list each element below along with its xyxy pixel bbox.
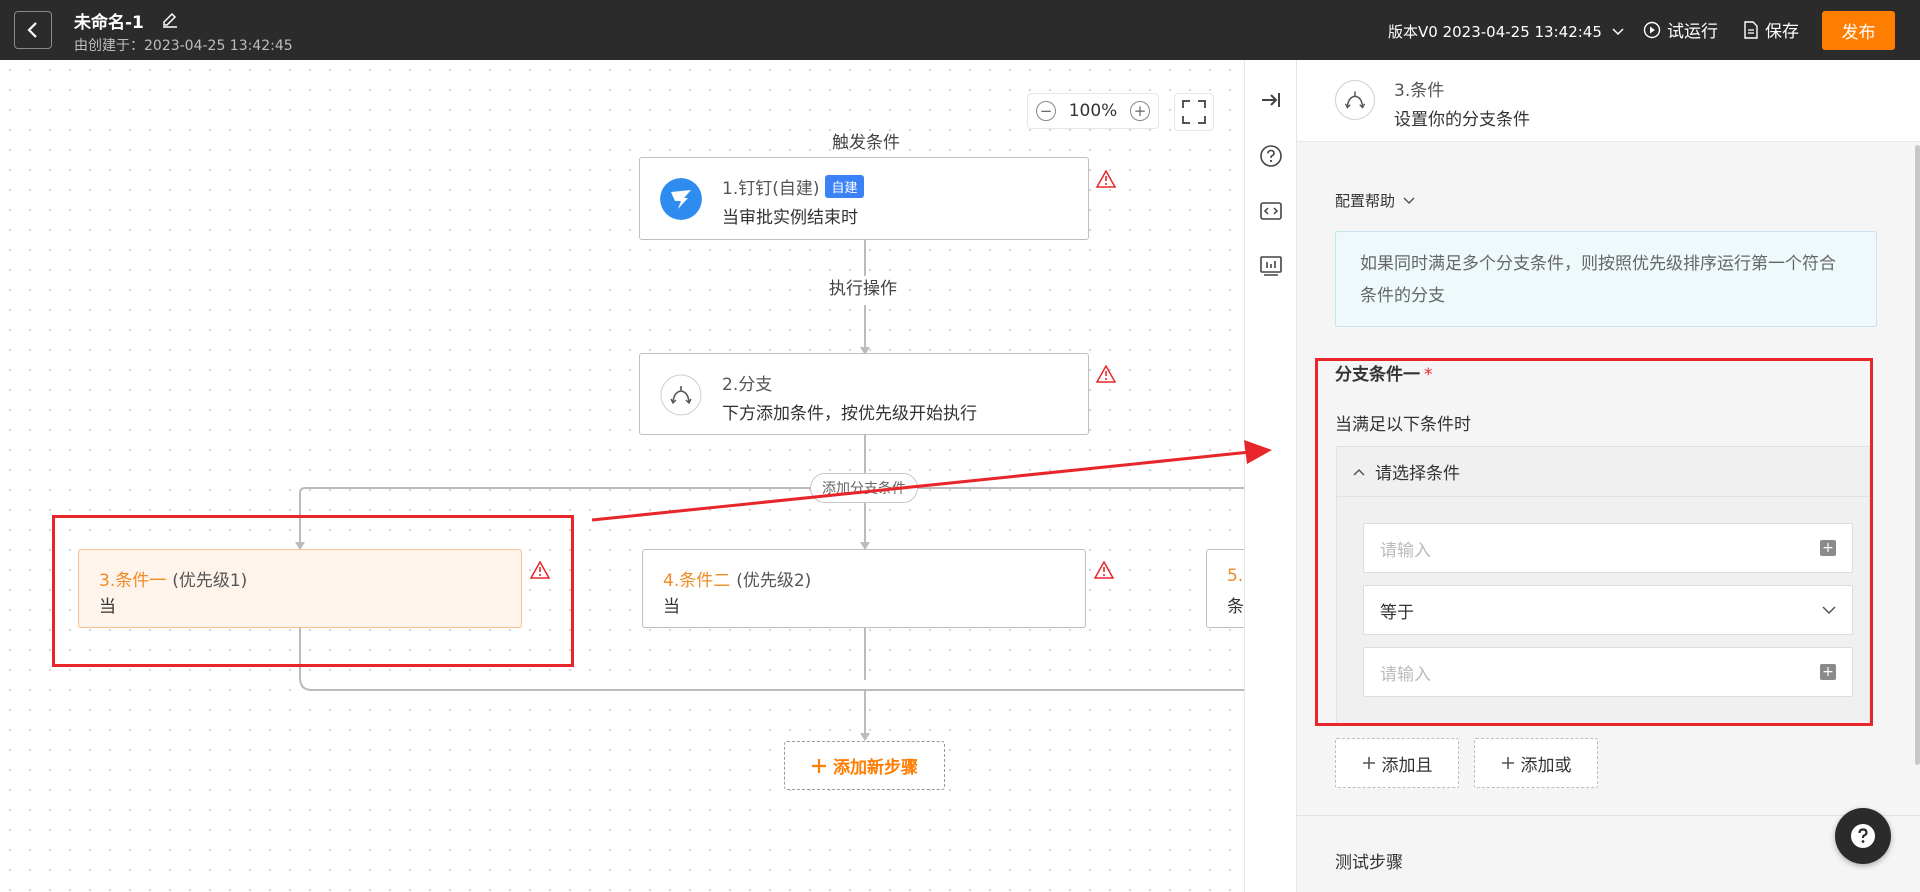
branch-icon bbox=[660, 374, 702, 416]
help-float-button[interactable] bbox=[1835, 808, 1891, 864]
divider bbox=[1297, 815, 1920, 816]
condition-node-3[interactable]: 5. 条 bbox=[1206, 549, 1244, 628]
condition-3-num: 5. bbox=[1227, 566, 1244, 586]
branch-node-desc: 下方添加条件，按优先级开始执行 bbox=[722, 404, 977, 424]
panel-subtitle: 设置你的分支条件 bbox=[1394, 110, 1530, 130]
help-icon[interactable] bbox=[1259, 144, 1283, 168]
side-toolbar bbox=[1244, 60, 1296, 892]
edit-icon[interactable] bbox=[160, 10, 180, 30]
flow-canvas[interactable]: − 100% + 触发条件 1.钉钉(自建) 自建 当审批实例结束时 执行操作 … bbox=[0, 60, 1244, 892]
add-and-label: 添加且 bbox=[1381, 755, 1433, 776]
self-built-tag: 自建 bbox=[825, 175, 864, 198]
save-label: 保存 bbox=[1765, 22, 1799, 42]
condition-2-desc: 当 bbox=[663, 597, 680, 617]
panel-header: 3.条件 设置你的分支条件 bbox=[1297, 60, 1920, 142]
publish-button[interactable]: 发布 bbox=[1822, 11, 1895, 50]
warning-icon bbox=[1094, 561, 1114, 579]
test-run-button[interactable]: 试运行 bbox=[1643, 17, 1718, 42]
trigger-node-desc: 当审批实例结束时 bbox=[722, 208, 858, 228]
fullscreen-icon bbox=[1182, 100, 1206, 124]
highlight-box-panel bbox=[1315, 358, 1873, 726]
add-step-button[interactable]: 添加新步骤 bbox=[784, 741, 945, 790]
created-at: 由创建于：2023-04-25 13:42:45 bbox=[74, 38, 293, 54]
back-button[interactable] bbox=[14, 11, 52, 49]
add-or-button[interactable]: 添加或 bbox=[1474, 738, 1598, 788]
plus-icon bbox=[812, 758, 826, 773]
add-and-button[interactable]: 添加且 bbox=[1335, 738, 1459, 788]
warning-icon bbox=[1096, 170, 1116, 188]
collapse-panel-icon[interactable] bbox=[1259, 88, 1283, 112]
document-icon bbox=[1744, 20, 1758, 39]
fullscreen-button[interactable] bbox=[1174, 93, 1214, 131]
chevron-down-icon bbox=[1612, 27, 1624, 35]
version-select[interactable]: 版本V0 2023-04-25 13:42:45 bbox=[1388, 21, 1624, 42]
plus-icon bbox=[1501, 757, 1514, 769]
version-label: 版本V0 2023-04-25 13:42:45 bbox=[1388, 23, 1602, 41]
add-branch-button[interactable]: 添加分支条件 bbox=[810, 473, 918, 503]
config-help-label: 配置帮助 bbox=[1335, 192, 1396, 210]
config-help-toggle[interactable]: 配置帮助 bbox=[1335, 190, 1415, 211]
trigger-label: 触发条件 bbox=[832, 133, 900, 153]
play-circle-icon bbox=[1643, 21, 1661, 38]
trigger-node-title: 1.钉钉(自建) 自建 bbox=[722, 174, 864, 199]
config-panel: 3.条件 设置你的分支条件 配置帮助 如果同时满足多个分支条件，则按照优先级排序… bbox=[1296, 60, 1920, 892]
code-icon[interactable] bbox=[1259, 199, 1283, 223]
branch-node-title: 2.分支 bbox=[722, 375, 773, 395]
info-box: 如果同时满足多个分支条件，则按照优先级排序运行第一个符合条件的分支 bbox=[1335, 231, 1877, 327]
highlight-box-condition bbox=[52, 515, 574, 667]
condition-2-priority: (优先级2) bbox=[736, 571, 812, 591]
chevron-left-icon bbox=[27, 22, 37, 38]
zoom-level: 100% bbox=[1068, 101, 1118, 121]
save-button[interactable]: 保存 bbox=[1743, 17, 1799, 42]
plus-icon bbox=[1362, 757, 1375, 769]
add-or-label: 添加或 bbox=[1520, 755, 1572, 776]
zoom-in-button[interactable]: + bbox=[1129, 101, 1150, 121]
condition-3-title: 5. bbox=[1227, 566, 1243, 586]
action-label: 执行操作 bbox=[829, 279, 897, 299]
top-bar: 未命名-1 由创建于：2023-04-25 13:42:45 版本V0 2023… bbox=[0, 0, 1920, 60]
add-step-label: 添加新步骤 bbox=[833, 758, 918, 778]
panel-title: 3.条件 bbox=[1394, 81, 1445, 101]
dingtalk-icon bbox=[660, 178, 702, 220]
question-icon bbox=[1851, 824, 1875, 848]
scrollbar[interactable] bbox=[1915, 145, 1920, 765]
branch-icon bbox=[1335, 80, 1375, 120]
chevron-down-icon bbox=[1403, 196, 1415, 204]
condition-node-2[interactable]: 4.条件二 (优先级2) 当 bbox=[642, 549, 1086, 628]
branch-node[interactable]: 2.分支 下方添加条件，按优先级开始执行 bbox=[639, 353, 1089, 435]
zoom-control: − 100% + bbox=[1027, 93, 1159, 129]
page-title: 未命名-1 bbox=[74, 13, 144, 33]
test-step-label: 测试步骤 bbox=[1335, 853, 1403, 873]
test-run-label: 试运行 bbox=[1667, 22, 1718, 42]
warning-icon bbox=[1096, 365, 1116, 383]
trigger-node[interactable]: 1.钉钉(自建) 自建 当审批实例结束时 bbox=[639, 157, 1089, 240]
zoom-out-button[interactable]: − bbox=[1036, 101, 1056, 121]
condition-3-desc: 条 bbox=[1227, 597, 1244, 617]
log-icon[interactable] bbox=[1259, 254, 1283, 278]
condition-2-title: 4.条件二 (优先级2) bbox=[663, 566, 811, 591]
trigger-node-name: 1.钉钉(自建) bbox=[722, 179, 820, 199]
condition-2-num: 4.条件二 bbox=[663, 571, 731, 591]
